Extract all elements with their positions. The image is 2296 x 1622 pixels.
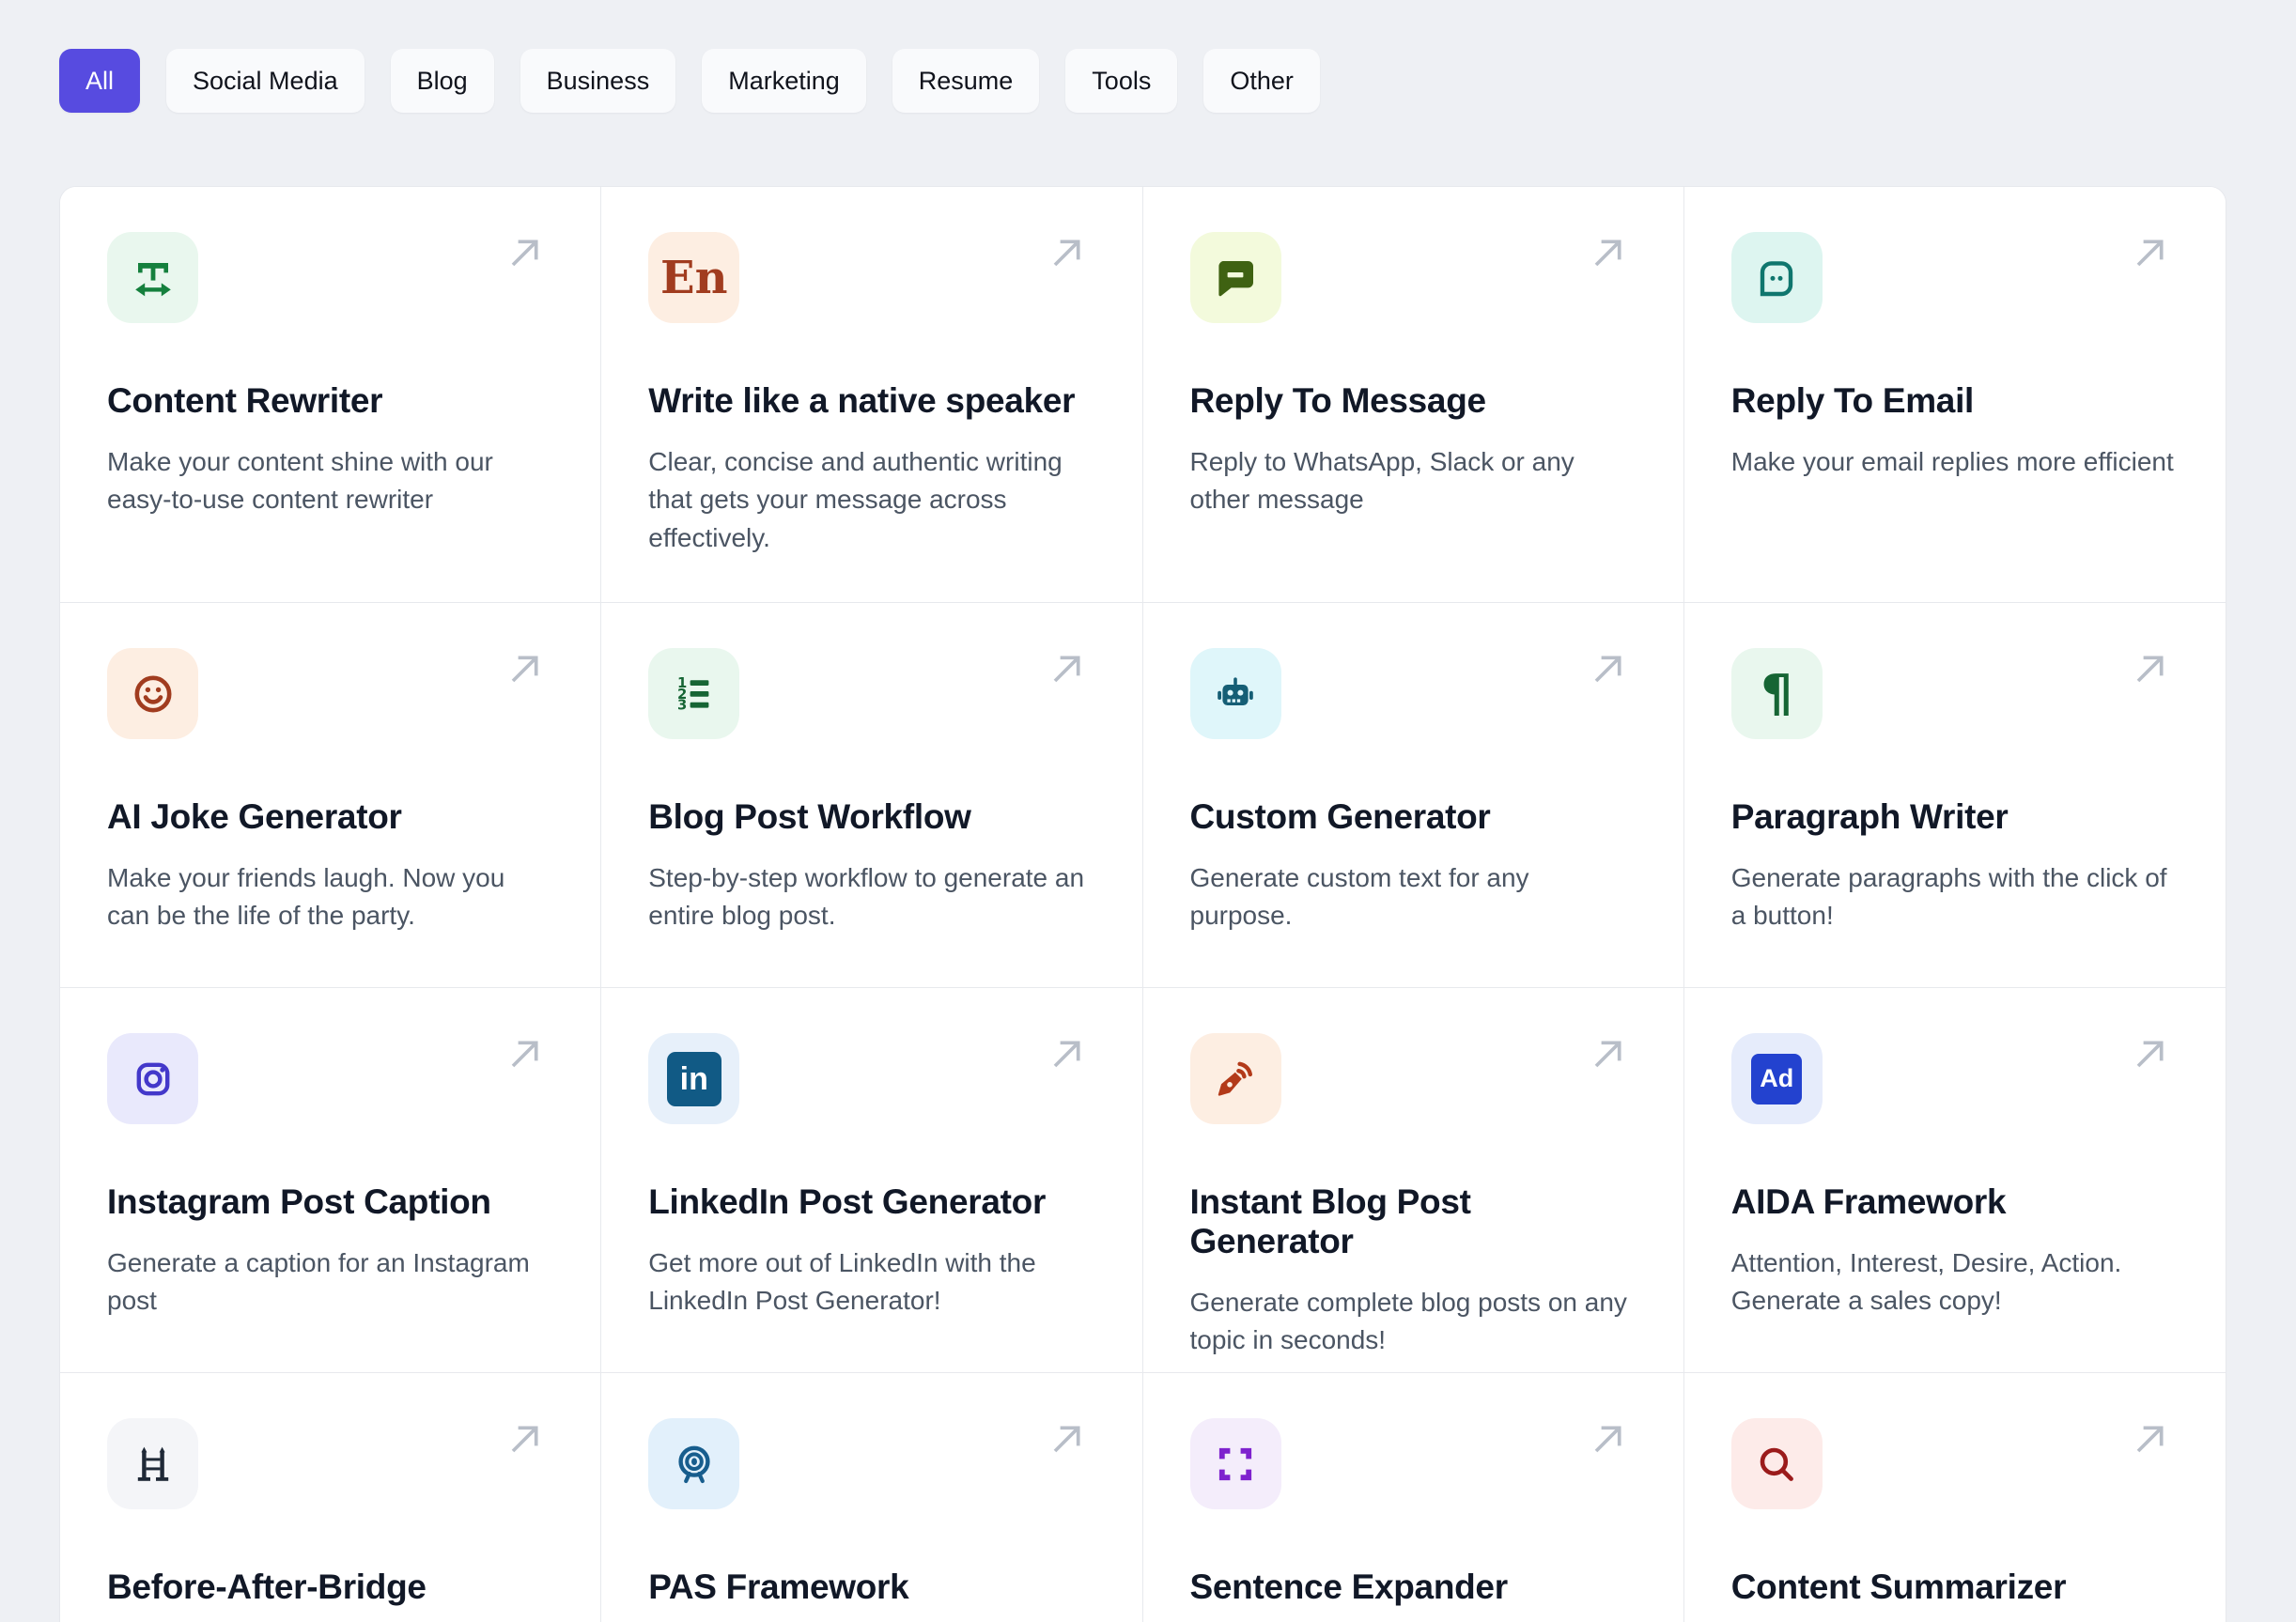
smiley-icon xyxy=(107,648,198,739)
ad-badge-icon: Ad xyxy=(1730,1033,1823,1124)
card-title: Blog Post Workflow xyxy=(648,797,971,836)
english-text-icon: En xyxy=(648,232,740,323)
card-description: Generate complete blog posts on any topi… xyxy=(1189,1288,1627,1355)
pen-nib-signal-icon xyxy=(1189,1033,1281,1124)
filter-button-other[interactable]: Other xyxy=(1203,49,1320,113)
pilcrow-icon: ¶ xyxy=(1730,648,1823,739)
instagram-icon xyxy=(107,1033,198,1124)
tool-card[interactable]: En Write like a native speaker Clear, co… xyxy=(601,187,1143,603)
card-description: Clear, concise and authentic writing tha… xyxy=(648,447,1063,552)
tool-card[interactable]: Ad AIDA Framework Attention, Interest, D… xyxy=(1683,988,2226,1373)
open-arrow-icon[interactable] xyxy=(2126,1414,2175,1463)
text-width-icon xyxy=(107,232,198,323)
open-arrow-icon[interactable] xyxy=(1584,228,1633,277)
open-arrow-icon[interactable] xyxy=(501,1414,550,1463)
open-arrow-icon[interactable] xyxy=(1043,644,1092,693)
filter-button-all[interactable]: All xyxy=(59,49,141,113)
tool-card[interactable]: in LinkedIn Post Generator Get more out … xyxy=(601,988,1143,1373)
filter-button-tools[interactable]: Tools xyxy=(1065,49,1178,113)
card-title: Custom Generator xyxy=(1189,797,1491,836)
open-arrow-icon[interactable] xyxy=(501,228,550,277)
open-arrow-icon[interactable] xyxy=(1584,644,1633,693)
linkedin-icon: in xyxy=(648,1033,740,1124)
card-description: Generate paragraphs with the click of a … xyxy=(1730,863,2167,931)
card-title: Content Rewriter xyxy=(107,381,383,420)
robot-icon xyxy=(1189,648,1281,739)
filter-button-business[interactable]: Business xyxy=(520,49,676,113)
tool-card[interactable]: Before-After-Bridge xyxy=(60,1373,602,1622)
tool-card[interactable]: ¶ Paragraph Writer Generate paragraphs w… xyxy=(1683,603,2226,988)
card-title: Write like a native speaker xyxy=(648,381,1076,420)
card-description: Make your friends laugh. Now you can be … xyxy=(107,863,505,931)
card-title: AIDA Framework xyxy=(1730,1182,2007,1221)
chat-face-icon xyxy=(1730,232,1823,323)
filter-bar: All Social Media Blog Business Marketing Resu… xyxy=(59,49,2296,113)
open-arrow-icon[interactable] xyxy=(1043,1029,1092,1078)
card-description: Generate custom text for any purpose. xyxy=(1189,863,1529,931)
card-title: PAS Framework xyxy=(648,1568,909,1606)
filter-button-blog[interactable]: Blog xyxy=(390,49,494,113)
ordered-list-icon: 123 xyxy=(648,648,740,739)
tool-card[interactable]: 123 Blog Post Workflow Step-by-step work… xyxy=(601,603,1143,988)
card-title: Instant Blog Post Generator xyxy=(1189,1182,1471,1260)
open-arrow-icon[interactable] xyxy=(1043,228,1092,277)
tool-card[interactable]: PAS Framework xyxy=(601,1373,1143,1622)
tools-grid: Content Rewriter Make your content shine… xyxy=(59,186,2226,1622)
card-description: Get more out of LinkedIn with the Linked… xyxy=(648,1248,1036,1316)
open-arrow-icon[interactable] xyxy=(501,1029,550,1078)
card-title: Content Summarizer xyxy=(1730,1568,2067,1606)
open-arrow-icon[interactable] xyxy=(1584,1414,1633,1463)
card-title: Reply To Email xyxy=(1730,381,1975,420)
open-arrow-icon[interactable] xyxy=(2126,228,2175,277)
tool-card[interactable]: Sentence Expander xyxy=(1142,1373,1684,1622)
tool-card[interactable]: Content Rewriter Make your content shine… xyxy=(60,187,602,603)
tool-card[interactable]: Instant Blog Post Generator Generate com… xyxy=(1142,988,1684,1373)
open-arrow-icon[interactable] xyxy=(1043,1414,1092,1463)
card-description: Reply to WhatsApp, Slack or any other me… xyxy=(1189,447,1575,515)
tool-card[interactable]: Instagram Post Caption Generate a captio… xyxy=(60,988,602,1373)
tool-card[interactable]: Reply To Email Make your email replies m… xyxy=(1683,187,2226,603)
card-title: Before-After-Bridge xyxy=(107,1568,427,1606)
tool-card[interactable]: Custom Generator Generate custom text fo… xyxy=(1142,603,1684,988)
bridge-icon xyxy=(107,1418,198,1509)
filter-button-resume[interactable]: Resume xyxy=(892,49,1040,113)
card-description: Attention, Interest, Desire, Action. Gen… xyxy=(1730,1248,2122,1316)
tool-card[interactable]: Content Summarizer xyxy=(1683,1373,2226,1622)
card-description: Make your content shine with our easy-to… xyxy=(107,447,493,515)
card-description: Make your email replies more efficient xyxy=(1730,447,2174,476)
message-dash-icon xyxy=(1189,232,1281,323)
card-title: Sentence Expander xyxy=(1189,1568,1509,1606)
card-title: LinkedIn Post Generator xyxy=(648,1182,1047,1221)
svg-text:3: 3 xyxy=(677,697,687,713)
filter-button-social-media[interactable]: Social Media xyxy=(166,49,365,113)
tool-card[interactable]: Reply To Message Reply to WhatsApp, Slac… xyxy=(1142,187,1684,603)
target-stand-icon xyxy=(648,1418,740,1509)
filter-button-marketing[interactable]: Marketing xyxy=(702,49,866,113)
open-arrow-icon[interactable] xyxy=(501,644,550,693)
open-arrow-icon[interactable] xyxy=(2126,1029,2175,1078)
card-title: AI Joke Generator xyxy=(107,797,402,836)
card-description: Step-by-step workflow to generate an ent… xyxy=(648,863,1085,931)
card-title: Paragraph Writer xyxy=(1730,797,2009,836)
tool-card[interactable]: AI Joke Generator Make your friends laug… xyxy=(60,603,602,988)
open-arrow-icon[interactable] xyxy=(1584,1029,1633,1078)
expand-icon xyxy=(1189,1418,1281,1509)
open-arrow-icon[interactable] xyxy=(2126,644,2175,693)
card-description: Generate a caption for an Instagram post xyxy=(107,1248,530,1316)
card-title: Reply To Message xyxy=(1189,381,1487,420)
magnifier-icon xyxy=(1730,1418,1823,1509)
card-title: Instagram Post Caption xyxy=(107,1182,491,1221)
